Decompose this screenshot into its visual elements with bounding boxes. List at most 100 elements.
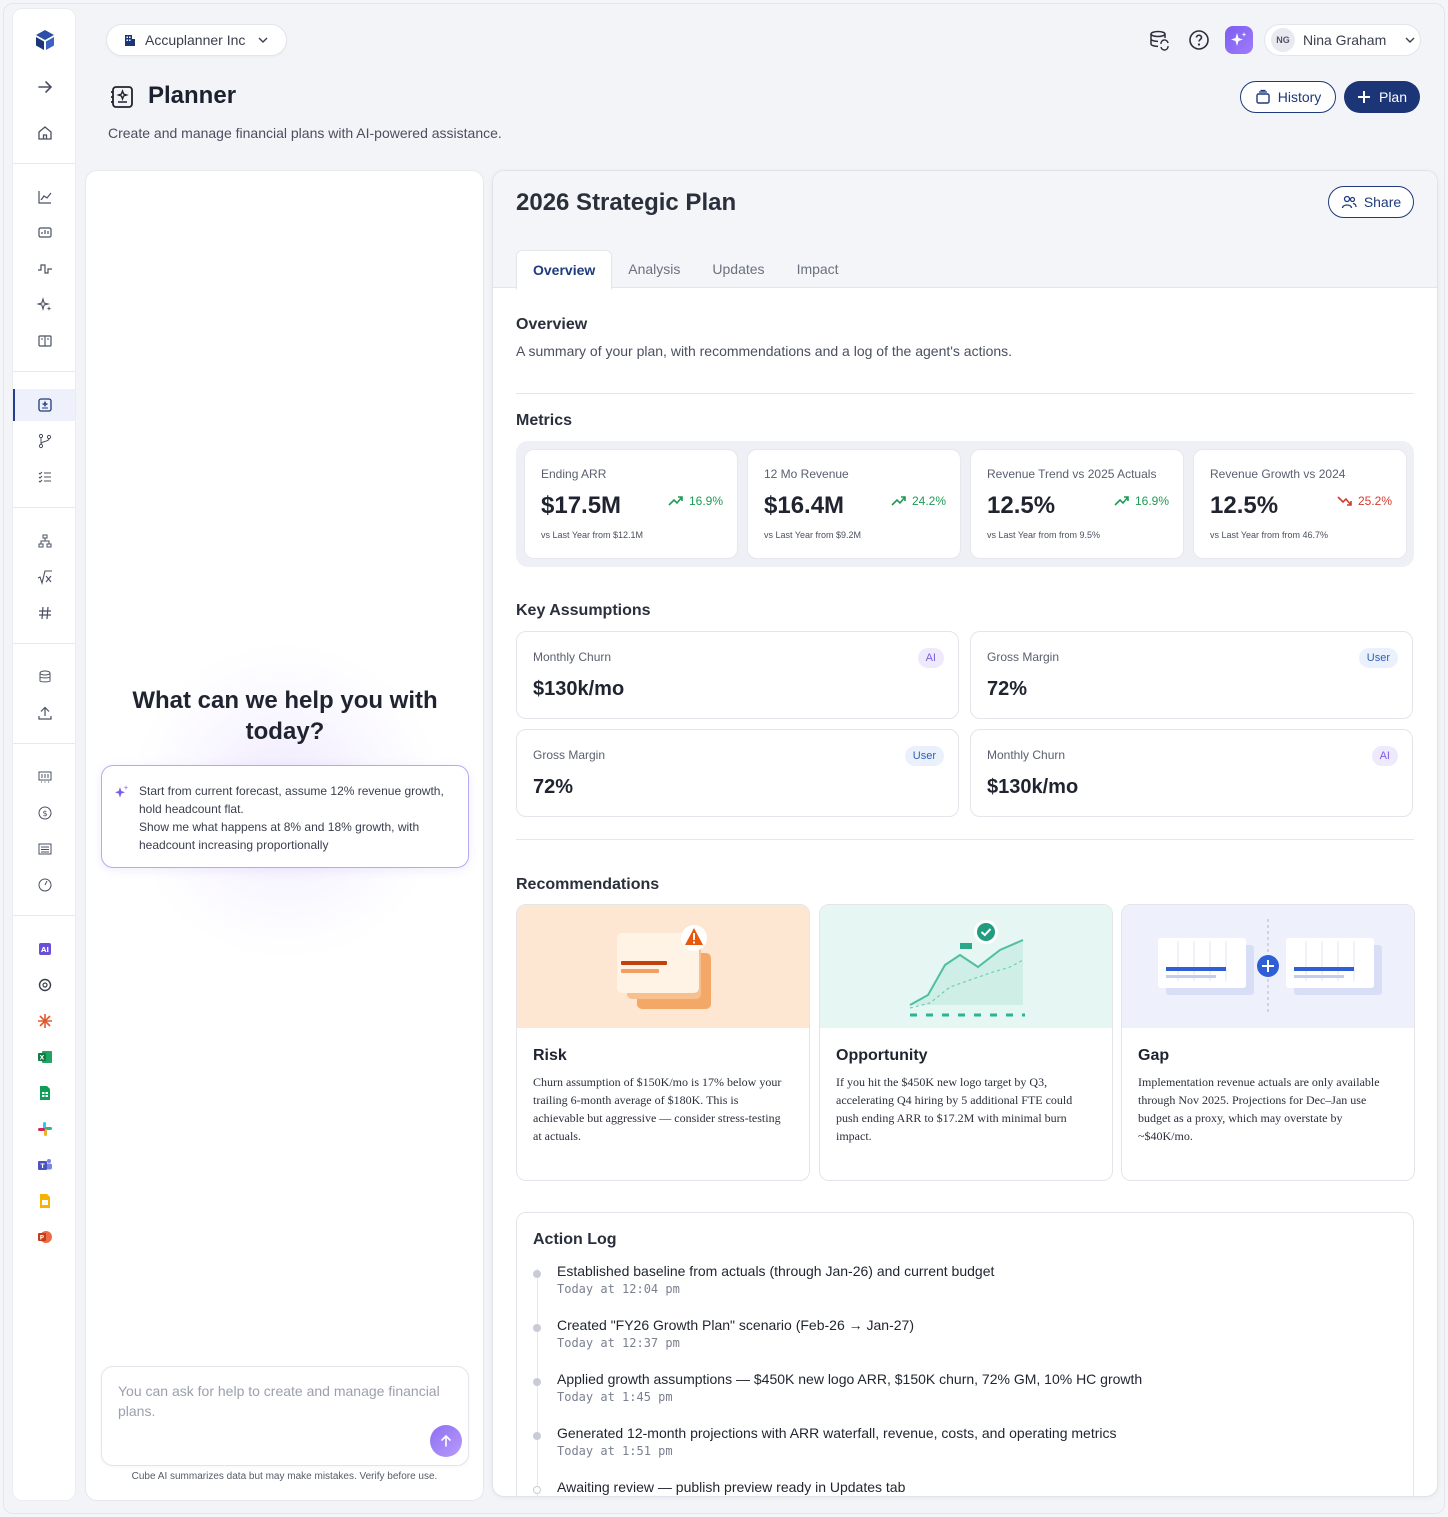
list-icon[interactable] (35, 839, 55, 859)
recommendations-title: Recommendations (516, 876, 660, 893)
dashboard-icon[interactable] (35, 223, 55, 243)
action-text: Generated 12-month projections with ARR … (557, 1425, 1117, 1441)
slack-icon[interactable] (35, 1119, 55, 1139)
branch-icon[interactable] (35, 431, 55, 451)
trend-down-icon (1337, 495, 1353, 507)
building-icon (123, 33, 137, 47)
opportunity-illustration-icon (820, 905, 1112, 1028)
sparkle-icon[interactable] (35, 295, 55, 315)
action-text: Created "FY26 Growth Plan" scenario (Feb… (557, 1317, 914, 1333)
user-menu[interactable]: NG Nina Graham (1264, 24, 1421, 56)
metric-label: Revenue Growth vs 2024 (1210, 467, 1346, 481)
assumptions-title: Key Assumptions (516, 602, 651, 619)
assumption-value: $130k/mo (987, 776, 1079, 798)
metric-delta: 16.9% (1114, 494, 1169, 508)
overview-subtitle: A summary of your plan, with recommendat… (516, 343, 1013, 359)
data-sync-icon[interactable] (1145, 26, 1173, 54)
metric-delta: 24.2% (891, 494, 946, 508)
action-time: Today at 1:51 pm (557, 1444, 673, 1458)
plan-panel: 2026 Strategic Plan Share Overview Analy… (492, 170, 1438, 1497)
ai-chip-icon[interactable]: AI (35, 939, 55, 959)
share-label: Share (1363, 194, 1402, 210)
action-log-title: Action Log (533, 1231, 617, 1248)
database-icon[interactable] (35, 667, 55, 687)
page-subtitle: Create and manage financial plans with A… (108, 125, 502, 141)
prompt-text: Start from current forecast, assume 12% … (139, 782, 459, 854)
metric-label: 12 Mo Revenue (764, 467, 849, 481)
history-button[interactable]: History (1240, 81, 1336, 113)
assumption-card[interactable]: Gross Margin 72% User (970, 631, 1413, 719)
action-time: Today at 12:04 pm (557, 1282, 680, 1296)
openai-icon[interactable] (35, 975, 55, 995)
assumption-card[interactable]: Gross Margin 72% User (516, 729, 959, 817)
powerpoint-icon[interactable]: P (35, 1227, 55, 1247)
metric-delta-value: 25.2% (1357, 494, 1392, 508)
expand-arrow-icon[interactable] (35, 77, 55, 97)
share-button[interactable]: Share (1328, 186, 1414, 218)
metrics-row: Ending ARR $17.5M 16.9% vs Last Year fro… (516, 441, 1414, 567)
assumption-label: Monthly Churn (987, 748, 1066, 762)
checklist-icon[interactable] (35, 467, 55, 487)
report-icon[interactable] (35, 767, 55, 787)
assumption-value: $130k/mo (533, 678, 625, 700)
tab-updates[interactable]: Updates (696, 249, 780, 289)
history-icon (1255, 89, 1271, 105)
timeline-dot (533, 1378, 541, 1386)
gap-illustration-icon (1122, 905, 1414, 1028)
metric-label: Ending ARR (541, 467, 607, 481)
dollar-icon[interactable]: $ (35, 803, 55, 823)
app-logo-icon[interactable] (32, 27, 58, 53)
chat-input[interactable]: You can ask for help to create and manag… (101, 1366, 469, 1466)
recommendation-card-gap[interactable]: Gap Implementation revenue actuals are o… (1121, 904, 1415, 1181)
chat-heading: What can we help you with today? (132, 687, 438, 745)
recommendation-title: Risk (533, 1047, 567, 1064)
recommendation-body: If you hit the $450K new logo target by … (836, 1075, 1073, 1143)
planner-icon[interactable] (35, 395, 55, 415)
sparkle-icon (114, 784, 130, 800)
metric-delta-value: 16.9% (1134, 494, 1169, 508)
recommendation-card-opportunity[interactable]: Opportunity If you hit the $450K new log… (819, 904, 1113, 1181)
recommendation-card-risk[interactable]: Risk Churn assumption of $150K/mo is 17%… (516, 904, 810, 1181)
chevron-down-icon (257, 34, 269, 46)
slides-icon[interactable] (35, 1191, 55, 1211)
assumption-card[interactable]: Monthly Churn $130k/mo AI (516, 631, 959, 719)
claude-icon[interactable] (35, 1011, 55, 1031)
metric-card: Revenue Trend vs 2025 Actuals 12.5% 16.9… (970, 449, 1184, 559)
metric-card: 12 Mo Revenue $16.4M 24.2% vs Last Year … (747, 449, 961, 559)
tab-analysis[interactable]: Analysis (612, 249, 696, 289)
home-icon[interactable] (35, 123, 55, 143)
action-text: Established baseline from actuals (throu… (557, 1263, 995, 1279)
suggested-prompt[interactable]: Start from current forecast, assume 12% … (101, 765, 469, 868)
metric-comparison: vs Last Year from from 46.7% (1210, 530, 1329, 540)
line-chart-icon[interactable] (35, 187, 55, 207)
tab-impact[interactable]: Impact (781, 249, 855, 289)
svg-text:AI: AI (41, 946, 49, 954)
book-icon[interactable] (35, 331, 55, 351)
formula-icon[interactable] (35, 567, 55, 587)
org-selector[interactable]: Accuplanner Inc (106, 24, 287, 56)
tab-overview[interactable]: Overview (516, 250, 613, 290)
svg-text:$: $ (42, 809, 47, 818)
ai-assistant-icon[interactable] (1225, 26, 1253, 54)
sheets-icon[interactable] (35, 1083, 55, 1103)
hash-icon[interactable] (35, 603, 55, 623)
assumption-label: Monthly Churn (533, 650, 612, 664)
new-plan-button[interactable]: Plan (1344, 81, 1420, 113)
help-icon[interactable] (1185, 26, 1213, 54)
upload-icon[interactable] (35, 703, 55, 723)
gauge-icon[interactable] (35, 875, 55, 895)
prompt-line: Start from current forecast, assume 12% … (139, 784, 444, 816)
send-button[interactable] (430, 1425, 462, 1457)
teams-icon[interactable]: T (35, 1155, 55, 1175)
timeline-dot (533, 1486, 541, 1494)
timeline-dot (533, 1324, 541, 1332)
hierarchy-icon[interactable] (35, 531, 55, 551)
waveform-icon[interactable] (35, 259, 55, 279)
recommendation-body: Churn assumption of $150K/mo is 17% belo… (533, 1075, 782, 1143)
assumption-card[interactable]: Monthly Churn $130k/mo AI (970, 729, 1413, 817)
source-badge: User (904, 746, 944, 766)
avatar: NG (1271, 28, 1295, 52)
action-log: Action Log Established baseline from act… (516, 1212, 1414, 1496)
excel-icon[interactable]: X (35, 1047, 55, 1067)
svg-text:P: P (40, 1235, 45, 1242)
